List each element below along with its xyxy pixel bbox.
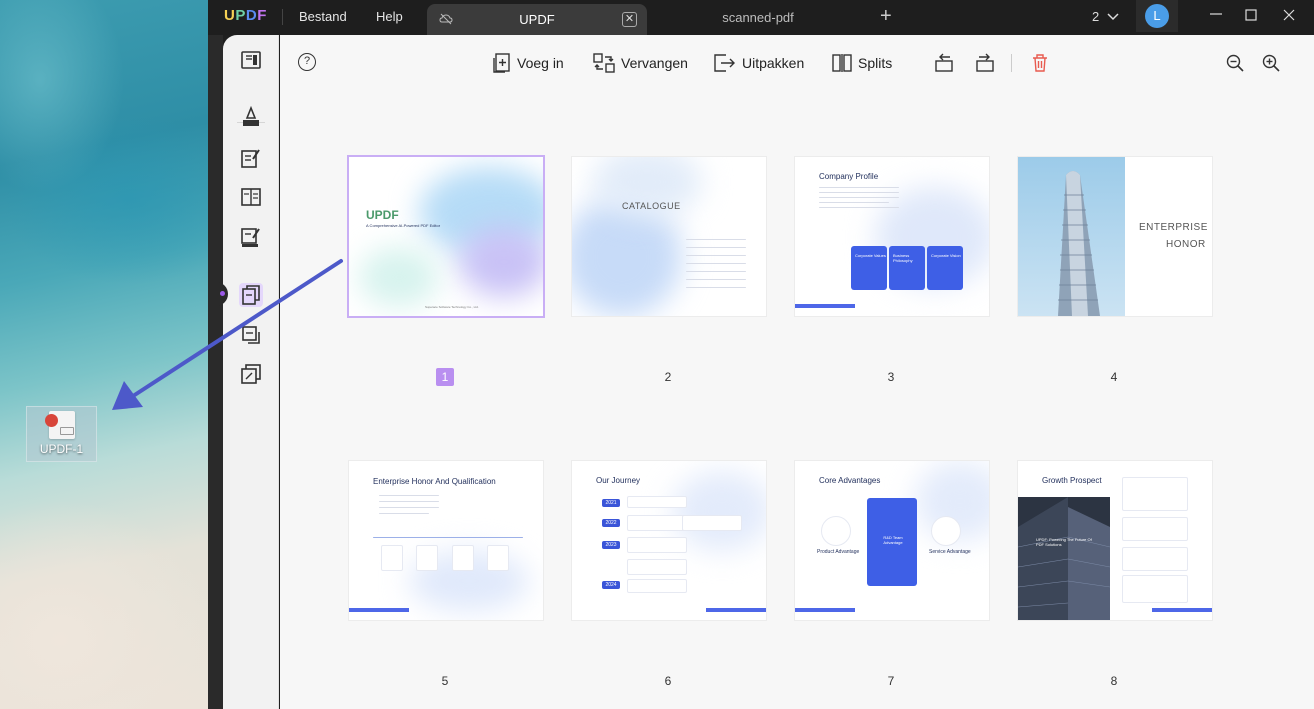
page-7-title: Core Advantages <box>819 476 881 485</box>
replace-label: Vervangen <box>621 55 688 71</box>
page-2-title: CATALOGUE <box>622 201 681 211</box>
tab-title: UPDF <box>519 12 555 27</box>
desktop-file-icon[interactable]: UPDF-1 <box>26 406 97 462</box>
extract-button[interactable]: Uitpakken <box>714 52 804 74</box>
page-8-title: Growth Prospect <box>1042 476 1102 485</box>
page-7-center-label: R&D Team Advantage <box>883 535 903 545</box>
desktop-wallpaper: UPDF-1 <box>0 0 208 709</box>
desktop-file-label: UPDF-1 <box>39 442 84 456</box>
zoom-in-icon <box>1262 54 1280 72</box>
split-button[interactable]: Splits <box>832 52 892 74</box>
extract-label: Uitpakken <box>742 55 805 71</box>
zoom-out-icon <box>1226 54 1244 72</box>
page-8-overlay: UPDF: Powering The Future Of PDF Solutio… <box>1036 537 1092 547</box>
growth-buildings-image <box>1018 497 1110 620</box>
page-6-title: Our Journey <box>596 476 641 485</box>
pdf-file-icon <box>44 411 75 439</box>
page-thumbnail-6[interactable]: Our Journey 2021 2022 2023 2024 <box>572 461 766 620</box>
rotate-right-button[interactable] <box>975 52 995 74</box>
page-3-card-3: Corporate Vision <box>931 253 961 258</box>
page-3-card-1: Corporate Values <box>855 253 886 258</box>
page-number-5: 5 <box>441 674 449 688</box>
edit-icon[interactable] <box>239 146 263 170</box>
page-number-3: 3 <box>887 370 895 384</box>
comment-icon[interactable] <box>239 105 263 129</box>
year-2022: 2022 <box>602 519 620 527</box>
form-icon[interactable] <box>239 185 263 209</box>
tab-updf[interactable]: UPDF ✕ <box>427 4 647 35</box>
reader-icon[interactable] <box>239 48 263 72</box>
avatar: L <box>1145 4 1169 28</box>
page-thumbnail-8[interactable]: Growth Prospect UPDF: Powering The Futur… <box>1018 461 1212 620</box>
page-number-7: 7 <box>887 674 895 688</box>
page-thumbnail-4[interactable]: ENTERPRISE HONOR <box>1018 157 1212 316</box>
app-logo: UPDF <box>224 7 267 24</box>
rail-frame <box>208 35 223 709</box>
window-count: 2 <box>1092 9 1100 24</box>
menu-help[interactable]: Help <box>376 9 403 24</box>
window-count-dropdown[interactable]: 2 <box>1092 9 1119 24</box>
page-number-2: 2 <box>664 370 672 384</box>
account-area[interactable]: L <box>1136 0 1178 32</box>
page-1-subtitle: A Comprehensive AI-Powered PDF Editor <box>366 223 441 228</box>
page-thumbnail-1[interactable]: UPDF A Comprehensive AI-Powered PDF Edit… <box>349 157 543 316</box>
page-number-6: 6 <box>664 674 672 688</box>
cloud-off-icon <box>439 13 453 25</box>
organize-toolbar: ? Voeg in Vervangen Uitpakken Splits <box>280 35 1314 91</box>
insert-page-icon <box>493 53 510 73</box>
page-7-right-label: Service Advantage <box>929 549 971 555</box>
year-2021: 2021 <box>602 499 620 507</box>
left-tool-rail <box>223 35 279 709</box>
minimize-icon[interactable] <box>1206 6 1226 26</box>
layers-icon[interactable] <box>239 362 263 386</box>
page-4-title-2: HONOR <box>1166 239 1206 250</box>
page-4-title-1: ENTERPRISE <box>1139 222 1208 233</box>
extract-icon <box>714 54 735 72</box>
delete-button[interactable] <box>1032 52 1048 74</box>
page-thumbnail-7[interactable]: Core Advantages Product Advantage R&D Te… <box>795 461 989 620</box>
replace-icon <box>593 53 615 73</box>
menu-bestand[interactable]: Bestand <box>299 9 347 24</box>
page-1-title: UPDF <box>366 208 399 222</box>
replace-button[interactable]: Vervangen <box>593 52 688 74</box>
insert-button[interactable]: Voeg in <box>493 52 564 74</box>
rotate-left-button[interactable] <box>934 52 954 74</box>
rotate-right-icon <box>976 53 994 72</box>
page-5-title: Enterprise Honor And Qualification <box>373 477 496 486</box>
tab-scanned-pdf[interactable]: scanned-pdf <box>678 10 838 25</box>
new-tab-button[interactable]: + <box>880 5 892 28</box>
zoom-out-button[interactable] <box>1226 52 1244 74</box>
tools-icon[interactable] <box>239 323 263 347</box>
trash-icon <box>1033 54 1047 72</box>
insert-label: Voeg in <box>517 55 564 71</box>
page-number-4: 4 <box>1110 370 1118 384</box>
maximize-icon[interactable] <box>1241 6 1261 26</box>
titlebar: UPDF Bestand Help UPDF ✕ scanned-pdf + 2… <box>208 0 1314 35</box>
page-organizer: ? Voeg in Vervangen Uitpakken Splits UPD… <box>280 35 1314 709</box>
titlebar-divider <box>282 9 283 25</box>
page-3-card-2: Business Philosophy <box>893 253 913 263</box>
page-1-footer: Superace Software Technology Co., Ltd. <box>425 305 479 309</box>
organize-pages-icon[interactable] <box>239 283 263 307</box>
zoom-in-button[interactable] <box>1262 52 1280 74</box>
toolbar-divider <box>1011 54 1012 72</box>
page-thumbnail-5[interactable]: Enterprise Honor And Qualification <box>349 461 543 620</box>
building-image <box>1058 171 1100 316</box>
rotate-left-icon <box>935 53 953 72</box>
close-icon[interactable] <box>1279 6 1299 26</box>
split-label: Splits <box>858 55 893 71</box>
chevron-down-icon <box>1107 13 1119 21</box>
split-icon <box>832 54 852 72</box>
year-2023: 2023 <box>602 541 620 549</box>
year-2024: 2024 <box>602 581 620 589</box>
page-3-title: Company Profile <box>819 172 879 181</box>
page-7-left-label: Product Advantage <box>817 549 860 555</box>
page-number-1: 1 <box>436 368 454 386</box>
help-button[interactable]: ? <box>298 53 316 71</box>
page-thumbnail-3[interactable]: Company Profile Corporate Values Busines… <box>795 157 989 316</box>
tab-close-button[interactable]: ✕ <box>622 12 637 27</box>
page-number-8: 8 <box>1110 674 1118 688</box>
page-thumbnail-2[interactable]: CATALOGUE <box>572 157 766 316</box>
sign-icon[interactable] <box>239 225 263 249</box>
